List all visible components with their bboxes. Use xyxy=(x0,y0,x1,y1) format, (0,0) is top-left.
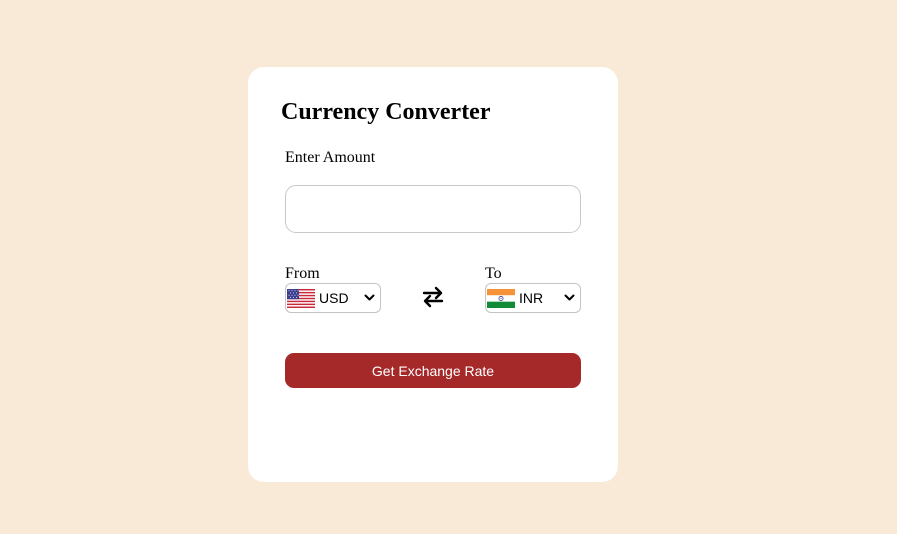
from-label: From xyxy=(285,265,320,282)
chevron-down-icon xyxy=(364,294,375,301)
amount-label: Enter Amount xyxy=(285,149,376,166)
to-currency-select[interactable]: INR xyxy=(485,283,581,313)
from-currency-code: USD xyxy=(319,290,349,306)
chevron-down-icon xyxy=(564,294,575,301)
india-flag-icon xyxy=(487,288,515,308)
converter-card: Currency Converter Enter Amount From USD xyxy=(248,67,618,482)
us-flag-icon xyxy=(287,288,315,308)
amount-input[interactable] xyxy=(285,185,581,233)
from-currency-select[interactable]: USD xyxy=(285,283,381,313)
get-exchange-rate-button[interactable]: Get Exchange Rate xyxy=(285,353,581,388)
to-currency-code: INR xyxy=(519,290,544,306)
to-label: To xyxy=(485,265,502,282)
swap-arrows-icon[interactable] xyxy=(421,285,445,309)
page-title: Currency Converter xyxy=(281,99,491,125)
